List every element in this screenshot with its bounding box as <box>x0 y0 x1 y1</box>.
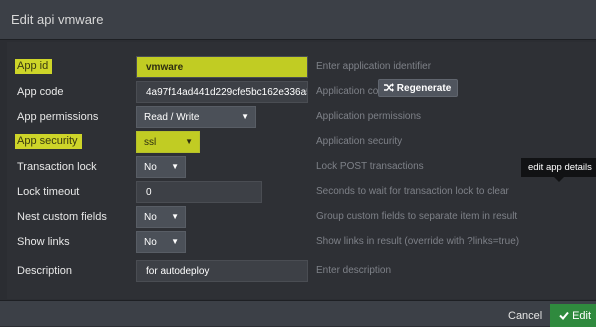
app-security-label: App security <box>15 134 82 149</box>
edit-api-form: App id vmware Enter application identifi… <box>7 42 596 299</box>
tooltip-arrow <box>554 177 564 182</box>
app-code-input[interactable]: 4a97f14ad441d229cfe5bc162e336a5f <box>136 81 308 103</box>
transaction-lock-hint: Lock POST transactions <box>316 161 424 172</box>
chevron-down-icon: ▼ <box>171 212 179 221</box>
lock-timeout-input[interactable]: 0 <box>136 181 262 203</box>
app-permissions-value: Read / Write <box>144 112 200 123</box>
regenerate-button[interactable]: Regenerate <box>378 79 459 97</box>
row-show-links: Show links No ▼ Show links in result (ov… <box>7 231 596 255</box>
app-code-label: App code <box>17 86 64 98</box>
row-app-code: App code 4a97f14ad441d229cfe5bc162e336a5… <box>7 79 596 105</box>
dialog-footer: Cancel Edit <box>0 300 596 327</box>
row-transaction-lock: Transaction lock No ▼ Lock POST transact… <box>7 156 596 180</box>
show-links-label: Show links <box>17 236 70 248</box>
nest-custom-fields-hint: Group custom fields to separate item in … <box>316 211 518 222</box>
check-icon <box>559 311 569 320</box>
lock-timeout-hint: Seconds to wait for transaction lock to … <box>316 186 509 197</box>
edit-button[interactable]: Edit <box>550 304 596 327</box>
description-input[interactable]: for autodeploy <box>136 260 308 282</box>
app-id-label: App id <box>15 59 53 74</box>
transaction-lock-select[interactable]: No ▼ <box>136 156 186 178</box>
transaction-lock-label: Transaction lock <box>17 161 97 173</box>
dialog-header: Edit api vmware <box>0 0 596 40</box>
row-app-security: App security ssl ▼ Application security <box>7 131 596 155</box>
app-permissions-label: App permissions <box>17 111 99 123</box>
row-app-permissions: App permissions Read / Write ▼ Applicati… <box>7 106 596 130</box>
nest-custom-fields-value: No <box>144 212 157 223</box>
edit-label: Edit <box>572 310 592 322</box>
chevron-down-icon: ▼ <box>171 237 179 246</box>
row-app-id: App id vmware Enter application identifi… <box>7 56 596 80</box>
app-permissions-select[interactable]: Read / Write ▼ <box>136 106 256 128</box>
row-description: Description for autodeploy Enter descrip… <box>7 260 596 284</box>
cancel-button[interactable]: Cancel <box>508 310 542 322</box>
dialog-title: Edit api vmware <box>11 12 104 27</box>
row-nest-custom-fields: Nest custom fields No ▼ Group custom fie… <box>7 206 596 230</box>
regenerate-label: Regenerate <box>396 83 452 94</box>
transaction-lock-value: No <box>144 162 157 173</box>
show-links-value: No <box>144 237 157 248</box>
show-links-select[interactable]: No ▼ <box>136 231 186 253</box>
shuffle-icon <box>384 83 394 92</box>
app-security-select[interactable]: ssl ▼ <box>136 131 200 153</box>
app-id-hint: Enter application identifier <box>316 61 432 72</box>
row-lock-timeout: Lock timeout 0 Seconds to wait for trans… <box>7 181 596 205</box>
chevron-down-icon: ▼ <box>241 112 249 121</box>
lock-timeout-label: Lock timeout <box>17 186 80 198</box>
chevron-down-icon: ▼ <box>171 162 179 171</box>
tooltip: edit app details <box>521 158 596 177</box>
nest-custom-fields-select[interactable]: No ▼ <box>136 206 186 228</box>
chevron-down-icon: ▼ <box>185 137 193 146</box>
app-id-input[interactable]: vmware <box>136 56 308 78</box>
app-security-value: ssl <box>144 137 157 148</box>
show-links-hint: Show links in result (override with ?lin… <box>316 236 520 247</box>
nest-custom-fields-label: Nest custom fields <box>17 211 107 223</box>
description-label: Description <box>17 265 73 277</box>
app-permissions-hint: Application permissions <box>316 111 422 122</box>
app-security-hint: Application security <box>316 136 403 147</box>
description-hint: Enter description <box>316 265 392 276</box>
